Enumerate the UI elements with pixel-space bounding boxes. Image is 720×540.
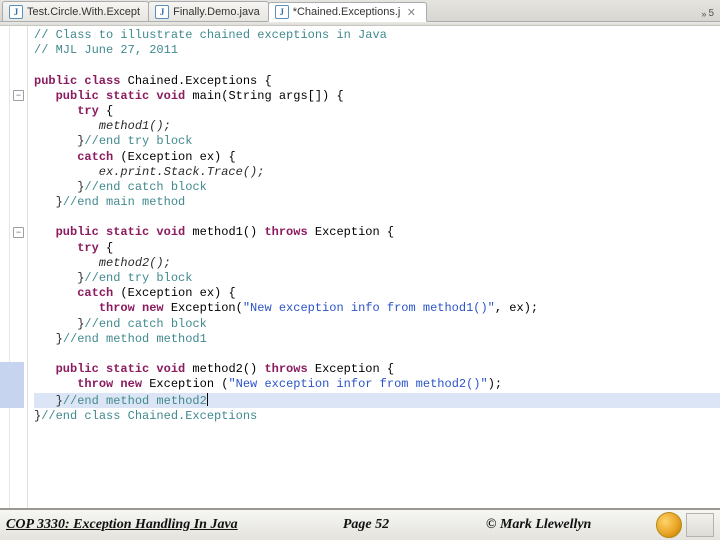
code-line: try { — [34, 241, 720, 256]
tab-label: Test.Circle.With.Except — [27, 6, 140, 18]
tab-overflow-button[interactable]: »5 — [695, 6, 720, 21]
code-line: catch (Exception ex) { — [34, 286, 720, 301]
code-line: throw new Exception("New exception info … — [34, 301, 720, 316]
code-line: }//end try block — [34, 271, 720, 286]
code-line: }//end method method2 — [34, 393, 720, 408]
close-icon[interactable]: ✕ — [404, 5, 418, 19]
editor-tabbar: J Test.Circle.With.Except J Finally.Demo.ja… — [0, 0, 720, 22]
editor-tab[interactable]: J *Chained.Exceptions.j✕ — [268, 2, 428, 22]
code-line: try { — [34, 104, 720, 119]
code-line: throw new Exception ("New exception info… — [34, 377, 720, 392]
code-line: method1(); — [34, 119, 720, 134]
editor-tab[interactable]: J Finally.Demo.java — [148, 1, 269, 21]
code-editor[interactable]: // Class to illustrate chained exception… — [28, 26, 720, 508]
fold-toggle-icon[interactable]: − — [13, 90, 24, 101]
java-file-icon: J — [155, 5, 169, 19]
code-line: catch (Exception ex) { — [34, 150, 720, 165]
code-line: // MJL June 27, 2011 — [34, 43, 720, 58]
marker-bar — [0, 26, 10, 508]
footer-button[interactable] — [686, 513, 714, 537]
code-line: method2(); — [34, 256, 720, 271]
code-line: }//end catch block — [34, 317, 720, 332]
code-line: public static void method1() throws Exce… — [34, 225, 720, 240]
ucf-logo-icon — [656, 512, 682, 538]
code-line: }//end class Chained.Exceptions — [34, 409, 720, 424]
tab-label: Finally.Demo.java — [173, 6, 260, 18]
chevrons-icon: » — [701, 9, 706, 19]
code-line: }//end try block — [34, 134, 720, 149]
java-file-icon: J — [275, 5, 289, 19]
java-file-icon: J — [9, 5, 23, 19]
slide-footer: COP 3330: Exception Handling In Java Pag… — [0, 508, 720, 540]
code-line: }//end method method1 — [34, 332, 720, 347]
fold-toggle-icon[interactable]: − — [13, 227, 24, 238]
code-line: public class Chained.Exceptions { — [34, 74, 720, 89]
code-line: }//end main method — [34, 195, 720, 210]
overflow-count: 5 — [708, 8, 714, 19]
code-line: ex.print.Stack.Trace(); — [34, 165, 720, 180]
editor-tab[interactable]: J Test.Circle.With.Except — [2, 1, 149, 21]
code-line — [34, 347, 720, 362]
code-line — [34, 58, 720, 73]
code-line: public static void main(String args[]) { — [34, 89, 720, 104]
selection-marker — [0, 362, 24, 408]
footer-copyright: © Mark Llewellyn — [446, 517, 650, 533]
code-line: }//end catch block — [34, 180, 720, 195]
footer-course-title: COP 3330: Exception Handling In Java — [6, 517, 286, 533]
editor-area: −−− // Class to illustrate chained excep… — [0, 26, 720, 508]
code-line: // Class to illustrate chained exception… — [34, 28, 720, 43]
code-line: public static void method2() throws Exce… — [34, 362, 720, 377]
tab-label: *Chained.Exceptions.j — [293, 6, 401, 18]
fold-ruler: −−− — [10, 26, 28, 508]
footer-page-number: Page 52 — [286, 517, 446, 533]
code-line — [34, 210, 720, 225]
